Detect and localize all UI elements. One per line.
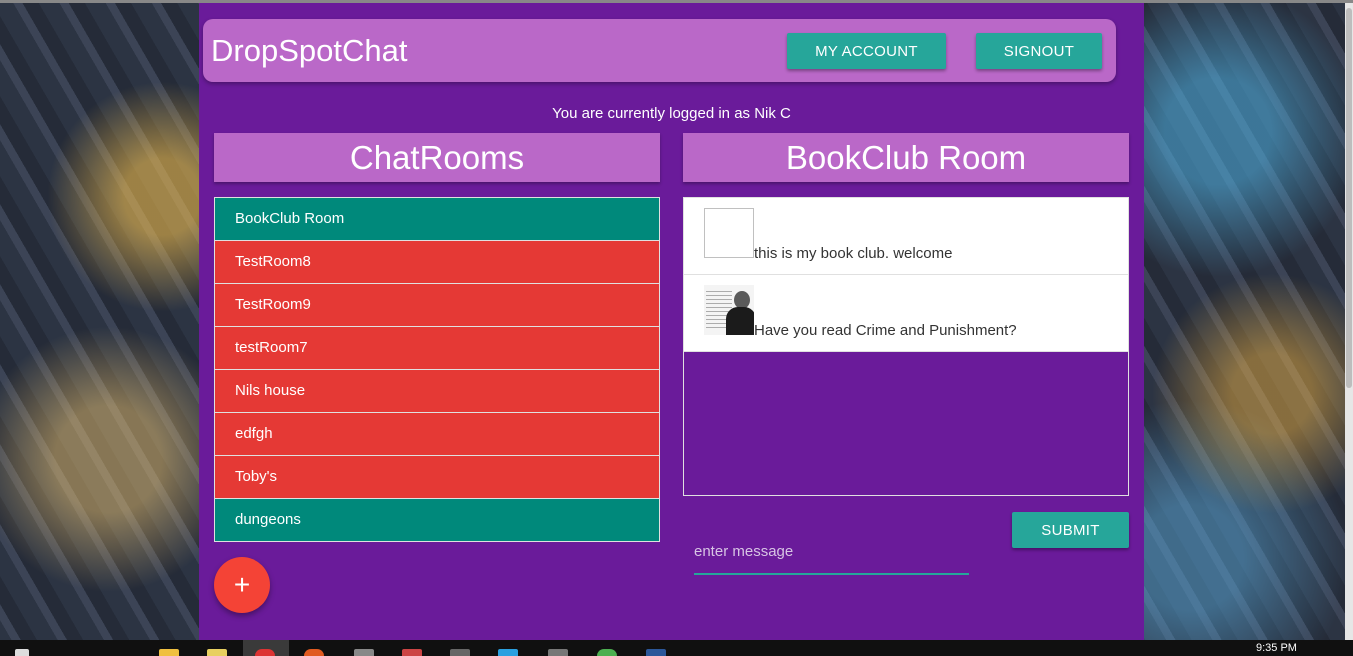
chatroom-item[interactable]: dungeons [215, 499, 659, 541]
windows-start-icon[interactable] [15, 649, 29, 656]
add-room-button[interactable]: + [214, 557, 270, 613]
ubuntu-icon[interactable] [304, 649, 324, 656]
user-avatar [704, 285, 754, 335]
message-input[interactable] [694, 533, 969, 569]
spotify-icon[interactable] [597, 649, 617, 656]
page-scrollbar[interactable] [1345, 3, 1353, 640]
app-icon[interactable] [354, 649, 374, 656]
message-text: Have you read Crime and Punishment? [754, 322, 1017, 339]
app-container: DropSpotChat MY ACCOUNT SIGNOUT You are … [199, 3, 1144, 640]
skype-icon[interactable] [498, 649, 518, 656]
brand-title[interactable]: DropSpotChat [211, 33, 407, 69]
app-icon[interactable] [548, 649, 568, 656]
message-item: this is my book club. welcome [684, 198, 1128, 275]
my-account-button[interactable]: MY ACCOUNT [787, 33, 946, 69]
message-list: this is my book club. welcome Have you r… [683, 197, 1129, 496]
broken-image-icon [704, 208, 754, 258]
chatroom-item[interactable]: TestRoom9 [215, 284, 659, 327]
chatroom-item[interactable]: BookClub Room [215, 198, 659, 241]
git-icon[interactable] [402, 649, 422, 656]
terminal-icon[interactable] [450, 649, 470, 656]
login-status: You are currently logged in as Nik C [552, 105, 791, 122]
chatroom-item[interactable]: Nils house [215, 370, 659, 413]
sticky-notes-icon[interactable] [207, 649, 227, 656]
taskbar: 9:35 PM [0, 640, 1353, 656]
chatrooms-heading: ChatRooms [214, 133, 660, 182]
taskbar-clock[interactable]: 9:35 PM [1256, 642, 1297, 654]
signout-button[interactable]: SIGNOUT [976, 33, 1102, 69]
chatroom-item[interactable]: edfgh [215, 413, 659, 456]
chatroom-item[interactable]: Toby's [215, 456, 659, 499]
scrollbar-thumb[interactable] [1346, 8, 1352, 388]
navbar: DropSpotChat MY ACCOUNT SIGNOUT [203, 19, 1116, 82]
chrome-icon[interactable] [255, 649, 275, 656]
message-input-wrapper [694, 533, 969, 575]
message-text: this is my book club. welcome [754, 245, 953, 262]
word-icon[interactable] [646, 649, 666, 656]
chatroom-item[interactable]: testRoom7 [215, 327, 659, 370]
file-explorer-icon[interactable] [159, 649, 179, 656]
room-heading: BookClub Room [683, 133, 1129, 182]
submit-button[interactable]: SUBMIT [1012, 512, 1129, 548]
message-item: Have you read Crime and Punishment? [684, 275, 1128, 352]
chatroom-item[interactable]: TestRoom8 [215, 241, 659, 284]
chatroom-list: BookClub Room TestRoom8 TestRoom9 testRo… [214, 197, 660, 542]
